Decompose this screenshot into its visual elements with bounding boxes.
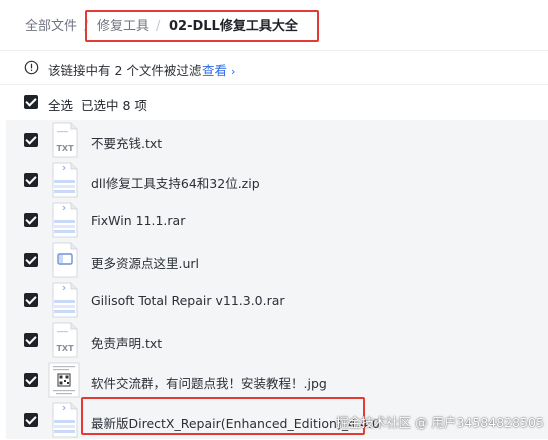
selected-count: 已选中 8 项 xyxy=(81,98,147,113)
list-item[interactable]: Gilisoft Total Repair v11.3.0.rar xyxy=(6,280,548,320)
info-icon xyxy=(24,60,39,75)
list-item[interactable]: TXT 免责声明.txt xyxy=(6,320,548,360)
file-name[interactable]: Gilisoft Total Repair v11.3.0.rar xyxy=(91,293,285,308)
item-checkbox[interactable] xyxy=(24,133,38,147)
divider xyxy=(0,84,548,85)
list-item[interactable]: TXT 不要充钱.txt xyxy=(6,120,548,160)
file-name[interactable]: 软件交流群，有问题点我！安装教程！.jpg xyxy=(91,373,327,392)
file-name[interactable]: 免责声明.txt xyxy=(91,333,162,352)
select-all-label[interactable]: 全选 xyxy=(48,95,73,114)
select-all-checkbox[interactable] xyxy=(24,95,38,109)
breadcrumb-separator: / xyxy=(156,19,161,34)
breadcrumb-current-folder: 02-DLL修复工具大全 xyxy=(169,19,298,34)
item-checkbox[interactable] xyxy=(24,373,38,387)
archive-file-icon xyxy=(52,402,78,438)
txt-badge: TXT xyxy=(56,144,74,153)
archive-file-icon xyxy=(52,282,78,318)
item-checkbox[interactable] xyxy=(24,413,38,427)
chevron-right-icon: › xyxy=(231,65,236,78)
file-name[interactable]: dll修复工具支持64和32位.zip xyxy=(91,173,260,192)
breadcrumb-item-repair-tools[interactable]: 修复工具 xyxy=(97,19,149,35)
breadcrumb-separator: / xyxy=(84,19,89,34)
txt-file-icon: TXT xyxy=(52,122,78,158)
item-checkbox[interactable] xyxy=(24,213,38,227)
view-filtered-label: 查看 xyxy=(202,63,228,78)
item-checkbox[interactable] xyxy=(24,333,38,347)
archive-file-icon xyxy=(52,162,78,198)
item-checkbox[interactable] xyxy=(24,253,38,267)
list-item[interactable]: dll修复工具支持64和32位.zip xyxy=(6,160,548,200)
file-name[interactable]: 更多资源点这里.url xyxy=(91,253,199,272)
list-item[interactable]: FixWin 11.1.rar xyxy=(6,200,548,240)
image-thumbnail-icon xyxy=(48,362,80,398)
txt-badge: TXT xyxy=(56,344,74,353)
file-list: TXT 不要充钱.txt dll修复工具支持64和32位.zip FixWin … xyxy=(6,120,548,439)
item-checkbox[interactable] xyxy=(24,173,38,187)
breadcrumb-item-all-files[interactable]: 全部文件 xyxy=(25,19,77,35)
item-checkbox[interactable] xyxy=(24,293,38,307)
file-name[interactable]: 不要充钱.txt xyxy=(91,133,162,152)
view-filtered-link[interactable]: 查看 › xyxy=(202,60,235,79)
filter-notice-text: 该链接中有 2 个文件被过滤 xyxy=(48,63,202,78)
archive-file-icon xyxy=(52,202,78,238)
watermark: 掘金技术社区 @ 用户34584828505 xyxy=(336,415,544,430)
breadcrumb: 全部文件 / 修复工具 / 02-DLL修复工具大全 xyxy=(0,0,548,50)
txt-file-icon: TXT xyxy=(52,322,78,358)
list-item[interactable]: 更多资源点这里.url xyxy=(6,240,548,280)
url-file-icon xyxy=(52,242,78,278)
list-item[interactable]: 软件交流群，有问题点我！安装教程！.jpg xyxy=(6,360,548,400)
file-name[interactable]: FixWin 11.1.rar xyxy=(91,213,185,228)
